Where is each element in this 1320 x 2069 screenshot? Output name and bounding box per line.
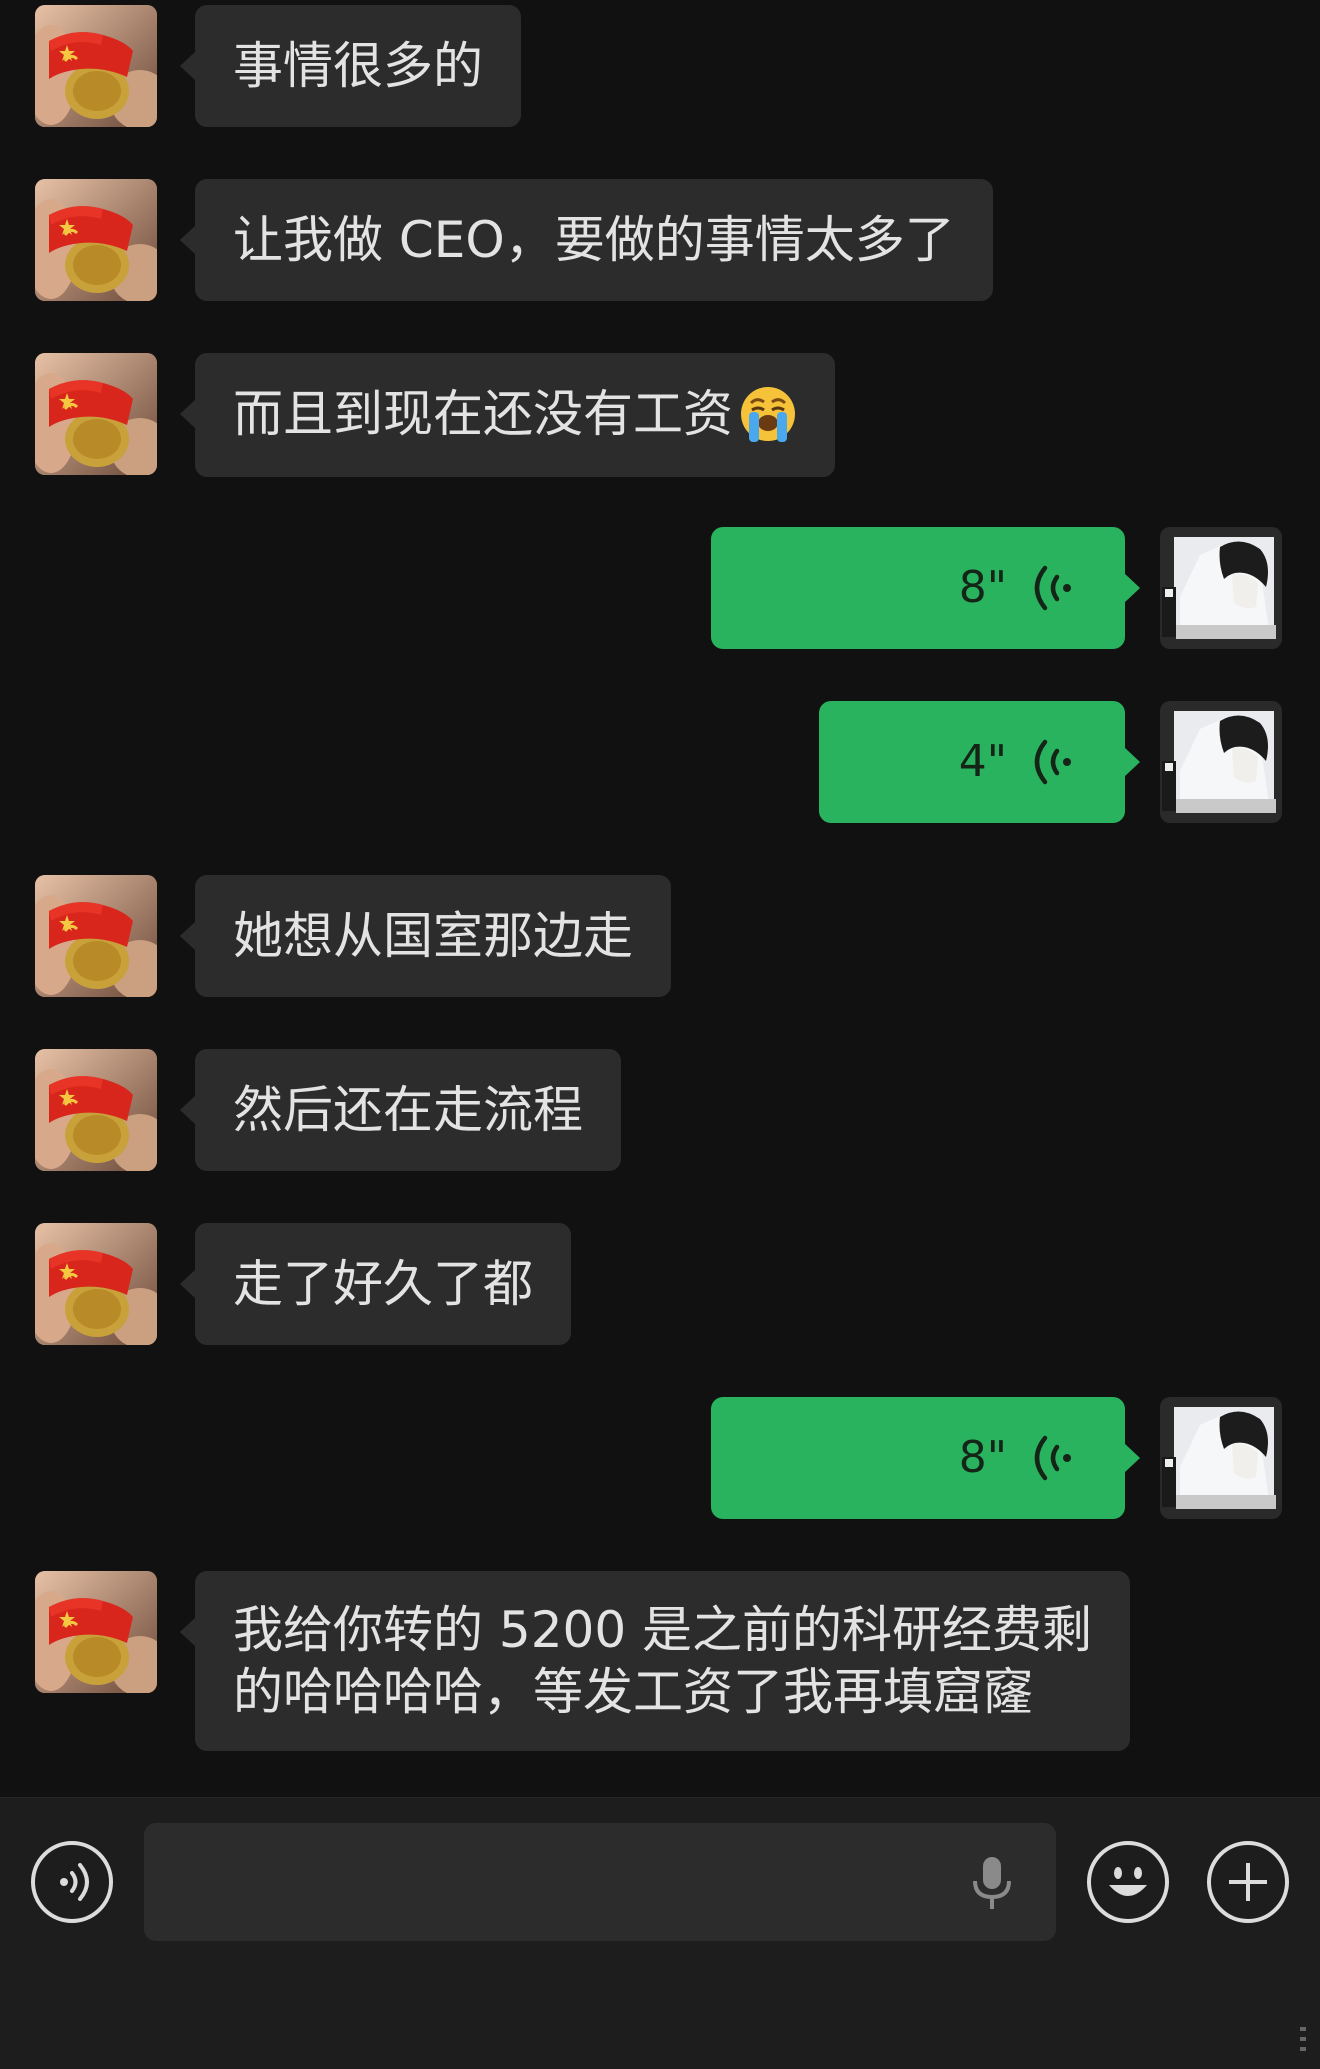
- message-text: 她想从国室那边走: [233, 907, 633, 965]
- my-avatar[interactable]: [1160, 527, 1282, 649]
- message-text-line: 我给你转的 5200 是之前的科研经费剩: [233, 1601, 1093, 1659]
- outgoing-voice-bubble[interactable]: 8": [711, 1397, 1140, 1519]
- message-text: 走了好久了都: [233, 1255, 533, 1313]
- contact-avatar[interactable]: [35, 875, 157, 997]
- voice-toggle-icon: [60, 1863, 89, 1901]
- outgoing-voice-bubble[interactable]: 4": [819, 701, 1140, 823]
- microphone-icon[interactable]: [970, 1855, 1014, 1915]
- voice-wave-icon: [1034, 1435, 1071, 1481]
- contact-avatar[interactable]: [35, 353, 157, 475]
- voice-duration: 8": [958, 562, 1007, 613]
- input-bar: [0, 1797, 1320, 2069]
- incoming-text-bubble[interactable]: 我给你转的 5200 是之前的科研经费剩 的哈哈哈哈，等发工资了我再填窟窿: [179, 1571, 1131, 1751]
- plus-icon: [1229, 1863, 1267, 1901]
- smiley-icon: [1109, 1867, 1147, 1896]
- more-button[interactable]: [1207, 1841, 1289, 1923]
- incoming-text-bubble[interactable]: 然后还在走流程: [180, 1049, 621, 1171]
- emoji-button[interactable]: [1087, 1841, 1169, 1923]
- message-text: 然后还在走流程: [233, 1081, 583, 1139]
- outgoing-voice-bubble[interactable]: 8": [711, 527, 1140, 649]
- contact-avatar[interactable]: [35, 1571, 157, 1693]
- message-text: 而且到现在还没有工资: [233, 385, 733, 443]
- contact-avatar[interactable]: [35, 179, 157, 301]
- incoming-text-bubble[interactable]: 事情很多的: [180, 5, 521, 127]
- voice-duration: 4": [958, 736, 1007, 787]
- contact-avatar[interactable]: [35, 1223, 157, 1345]
- voice-wave-icon: [1034, 565, 1071, 611]
- my-avatar[interactable]: [1160, 701, 1282, 823]
- voice-toggle-button[interactable]: [31, 1841, 113, 1923]
- message-input[interactable]: [144, 1823, 1056, 1941]
- incoming-text-bubble[interactable]: 她想从国室那边走: [180, 875, 671, 997]
- my-avatar[interactable]: [1160, 1397, 1282, 1519]
- incoming-text-bubble[interactable]: 让我做 CEO，要做的事情太多了: [180, 179, 993, 301]
- voice-wave-icon: [1034, 739, 1071, 785]
- message-text-line: 的哈哈哈哈，等发工资了我再填窟窿: [233, 1663, 1033, 1721]
- contact-avatar[interactable]: [35, 1049, 157, 1171]
- loudly-crying-face-icon: [741, 386, 795, 442]
- chat-message-list[interactable]: 事情很多的 让我做 CEO，要做的事情太多了 而且到现在还没有工资 8" 4" …: [0, 0, 1320, 1797]
- incoming-text-bubble[interactable]: 而且到现在还没有工资: [180, 353, 835, 477]
- message-text: 事情很多的: [233, 37, 483, 95]
- dots-icon: [1300, 2027, 1306, 2051]
- voice-duration: 8": [958, 1432, 1007, 1483]
- message-text: 让我做 CEO，要做的事情太多了: [233, 211, 955, 269]
- contact-avatar[interactable]: [35, 5, 157, 127]
- incoming-text-bubble[interactable]: 走了好久了都: [180, 1223, 571, 1345]
